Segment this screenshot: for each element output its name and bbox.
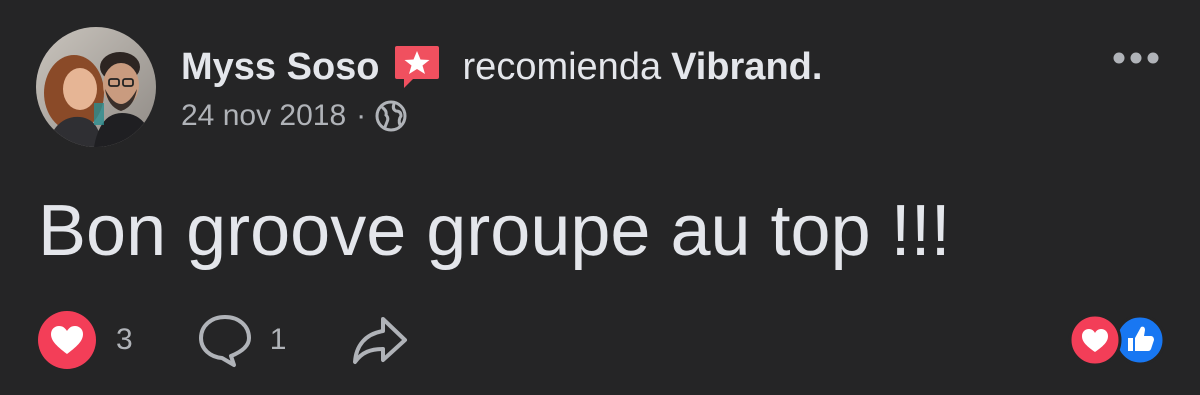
more-horizontal-icon [1113, 52, 1159, 64]
author-name[interactable]: Myss Soso [181, 42, 380, 92]
globe-icon[interactable] [374, 99, 408, 133]
post-text: Bon groove groupe au top !!! [38, 191, 951, 271]
post-meta: 24 nov 2018 · [181, 95, 408, 137]
page-name[interactable]: Vibrand. [671, 42, 822, 92]
avatar-photo [36, 27, 156, 147]
comment-button[interactable]: 1 [196, 311, 287, 369]
thumbs-up-reaction-icon [1114, 314, 1166, 366]
avatar[interactable] [36, 27, 156, 147]
share-button[interactable] [350, 310, 410, 370]
comment-count: 1 [269, 323, 287, 356]
recommend-verb: recomienda [462, 46, 662, 88]
meta-separator: · [356, 99, 367, 132]
post-header: Myss Soso recomienda Vibrand. [181, 42, 822, 92]
more-options-button[interactable] [1104, 40, 1168, 76]
comment-icon [198, 315, 251, 367]
post-actions: 3 1 [36, 305, 410, 375]
like-count: 3 [116, 323, 133, 356]
recommend-star-icon [393, 43, 441, 91]
share-icon [353, 317, 408, 364]
post-card: Myss Soso recomienda Vibrand. 24 nov 201… [0, 0, 1200, 395]
heart-reaction-icon [1068, 313, 1122, 367]
heart-icon [38, 311, 96, 369]
post-date[interactable]: 24 nov 2018 [181, 99, 346, 133]
love-button[interactable]: 3 [36, 309, 133, 371]
reactions-summary[interactable] [1066, 313, 1168, 367]
